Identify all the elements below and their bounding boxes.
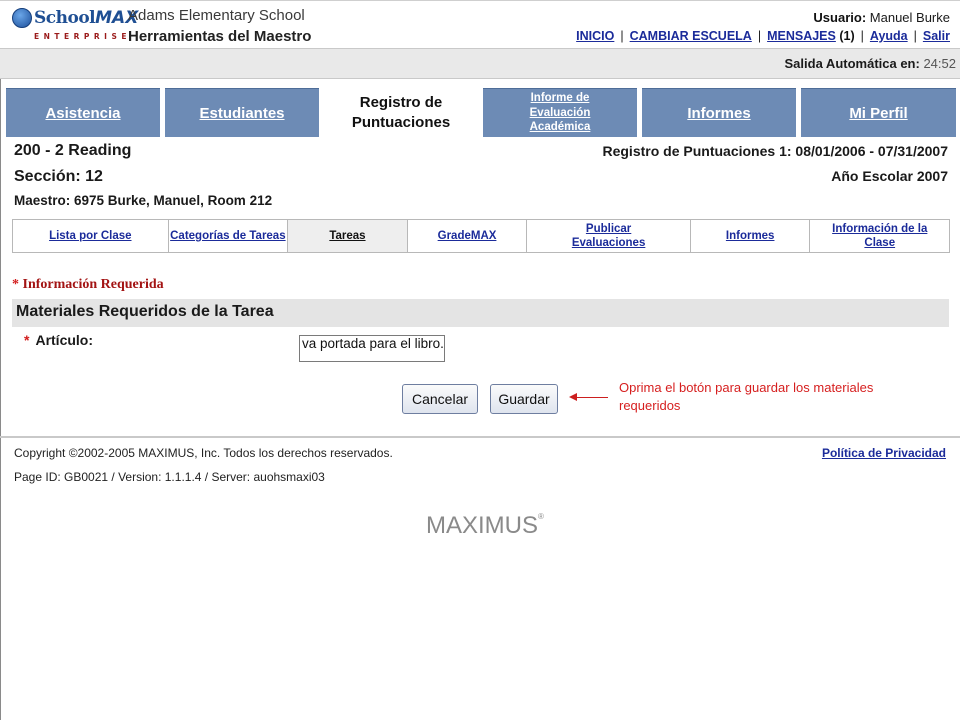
grading-period: Registro de Puntuaciones 1: 08/01/2006 -… <box>602 143 948 159</box>
registered-mark: ® <box>538 512 544 521</box>
tab-registro-de-puntuaciones[interactable]: Registro de Puntuaciones <box>324 88 478 137</box>
article-field-label: * Artículo: <box>24 332 93 348</box>
user-label: Usuario: <box>813 10 867 25</box>
nav-separator: | <box>860 29 864 43</box>
user-info: Usuario: Manuel Burke <box>813 10 950 25</box>
window-left-border <box>0 48 1 720</box>
page-id-text: Page ID: GB0021 / Version: 1.1.1.4 / Ser… <box>14 470 325 484</box>
section-title: Materiales Requeridos de la Tarea <box>16 303 274 320</box>
tab-estudiantes[interactable]: Estudiantes <box>165 88 319 137</box>
course-title: 200 - 2 Reading <box>14 142 132 159</box>
school-year: Año Escolar 2007 <box>831 168 948 184</box>
maximus-logo-text: MAXIMUS <box>426 512 539 539</box>
main-tabs: Asistencia Estudiantes Registro de Puntu… <box>6 88 956 137</box>
user-name: Manuel Burke <box>869 10 950 25</box>
school-name: Adams Elementary School <box>128 7 305 24</box>
subnav-categorias-de-tareas[interactable]: Categorías de Tareas <box>169 220 289 252</box>
subnav-publicar-evaluaciones[interactable]: Publicar Evaluaciones <box>527 220 691 252</box>
nav-mensajes-link[interactable]: MENSAJES <box>767 29 836 43</box>
tool-name: Herramientas del Maestro <box>128 28 312 45</box>
nav-ayuda-link[interactable]: Ayuda <box>870 29 908 43</box>
tab-asistencia[interactable]: Asistencia <box>6 88 160 137</box>
cancel-button[interactable]: Cancelar <box>402 384 478 414</box>
required-info-note: * Información Requerida <box>12 277 164 293</box>
subnav-tareas[interactable]: Tareas <box>288 220 408 252</box>
subnav-informacion-de-la-clase[interactable]: Información de la Clase <box>810 220 949 252</box>
logo-school-text: School <box>34 8 96 28</box>
app-header: School MAX ENTERPRISE Adams Elementary Sc… <box>0 0 960 48</box>
nav-separator: | <box>620 29 624 43</box>
gradebook-subnav: Lista por Clase Categorías de Tareas Tar… <box>12 219 950 253</box>
auto-logout-label: Salida Automática en: <box>784 56 920 71</box>
required-star: * <box>24 332 30 348</box>
globe-icon <box>12 8 32 28</box>
auto-logout-bar: Salida Automática en: 24:52 <box>0 48 960 79</box>
copyright-text: Copyright ©2002-2005 MAXIMUS, Inc. Todos… <box>14 446 393 460</box>
article-input[interactable]: va portada para el libro. <box>299 335 445 362</box>
required-star: * <box>12 277 19 292</box>
tab-informe-de-evaluacion-academica[interactable]: Informe de Evaluación Académica <box>483 88 637 137</box>
article-label-text: Artículo: <box>35 332 94 348</box>
subnav-lista-por-clase[interactable]: Lista por Clase <box>13 220 169 252</box>
top-nav: INICIO | CAMBIAR ESCUELA | MENSAJES (1) | Ayud… <box>576 29 950 43</box>
section-header: Materiales Requeridos de la Tarea <box>12 299 949 327</box>
footer-divider <box>0 436 960 438</box>
course-section: Sección: 12 <box>14 168 103 185</box>
nav-separator: | <box>913 29 917 43</box>
subnav-informes[interactable]: Informes <box>691 220 811 252</box>
tab-informes[interactable]: Informes <box>642 88 796 137</box>
schoolmax-logo[interactable]: School MAX ENTERPRISE <box>12 5 138 45</box>
logo-enterprise-text: ENTERPRISE <box>34 32 132 41</box>
instruction-callout: Oprima el botón para guardar los materia… <box>619 380 874 414</box>
auto-logout-timer: Salida Automática en: 24:52 <box>785 56 957 71</box>
course-teacher: Maestro: 6975 Burke, Manuel, Room 212 <box>14 193 273 208</box>
maximus-logo: MAXIMUS® <box>426 512 544 540</box>
tab-mi-perfil[interactable]: Mi Perfil <box>801 88 956 137</box>
auto-logout-time: 24:52 <box>923 56 956 71</box>
nav-separator: | <box>757 29 762 43</box>
nav-salir-link[interactable]: Salir <box>923 29 950 43</box>
save-button[interactable]: Guardar <box>490 384 558 414</box>
nav-inicio-link[interactable]: INICIO <box>576 29 614 43</box>
subnav-grademax[interactable]: GradeMAX <box>408 220 528 252</box>
messages-count: (1) <box>839 29 855 43</box>
privacy-policy-link[interactable]: Política de Privacidad <box>822 446 946 460</box>
nav-cambiar-escuela-link[interactable]: CAMBIAR ESCUELA <box>630 29 752 43</box>
callout-arrow-icon <box>569 393 608 401</box>
logo-wordmark: School MAX <box>12 5 138 31</box>
required-info-text: Información Requerida <box>22 277 164 292</box>
